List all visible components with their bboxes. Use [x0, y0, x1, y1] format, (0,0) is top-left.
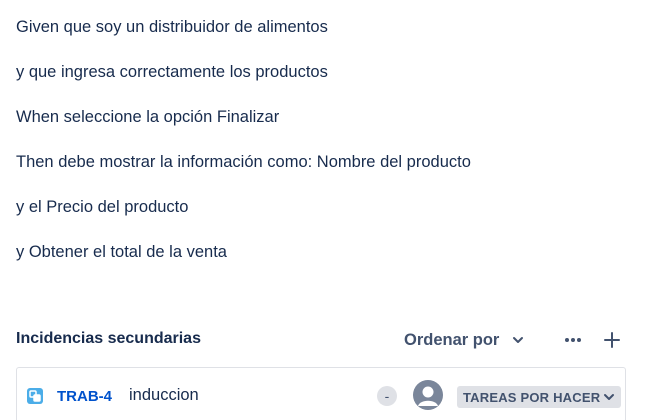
description-line: When seleccione la opción Finalizar — [16, 108, 280, 126]
status-label: TAREAS POR HACER — [463, 389, 601, 405]
chevron-down-icon — [513, 337, 524, 343]
description-line: y el Precio del producto — [16, 198, 189, 216]
subtask-row[interactable]: TRAB-4 induccion - TAREAS POR HACER — [16, 367, 626, 420]
description-line: y que ingresa correctamente los producto… — [16, 63, 328, 81]
issue-summary[interactable]: induccion — [129, 386, 199, 405]
description-line: Then debe mostrar la información como: N… — [16, 153, 471, 171]
description-line: y Obtener el total de la venta — [16, 243, 227, 261]
add-subtask-button[interactable] — [598, 326, 626, 354]
plus-icon — [604, 332, 620, 348]
status-dropdown[interactable]: TAREAS POR HACER — [457, 386, 622, 408]
more-button[interactable] — [559, 326, 587, 354]
subtask-type-icon — [27, 388, 43, 404]
subtasks-header: Incidencias secundarias Ordenar por — [16, 326, 628, 354]
subtasks-title: Incidencias secundarias — [16, 330, 201, 347]
chevron-down-icon — [604, 394, 615, 400]
issue-key-link[interactable]: TRAB-4 — [57, 388, 112, 405]
order-by-button[interactable]: Ordenar por — [398, 326, 546, 354]
issue-view: Given que soy un distribuidor de aliment… — [0, 0, 652, 420]
order-by-label: Ordenar por — [404, 330, 500, 349]
priority-badge: - — [377, 386, 397, 406]
avatar[interactable] — [413, 380, 443, 410]
more-icon — [565, 338, 581, 342]
user-icon — [413, 380, 443, 410]
description-line: Given que soy un distribuidor de aliment… — [16, 18, 328, 36]
